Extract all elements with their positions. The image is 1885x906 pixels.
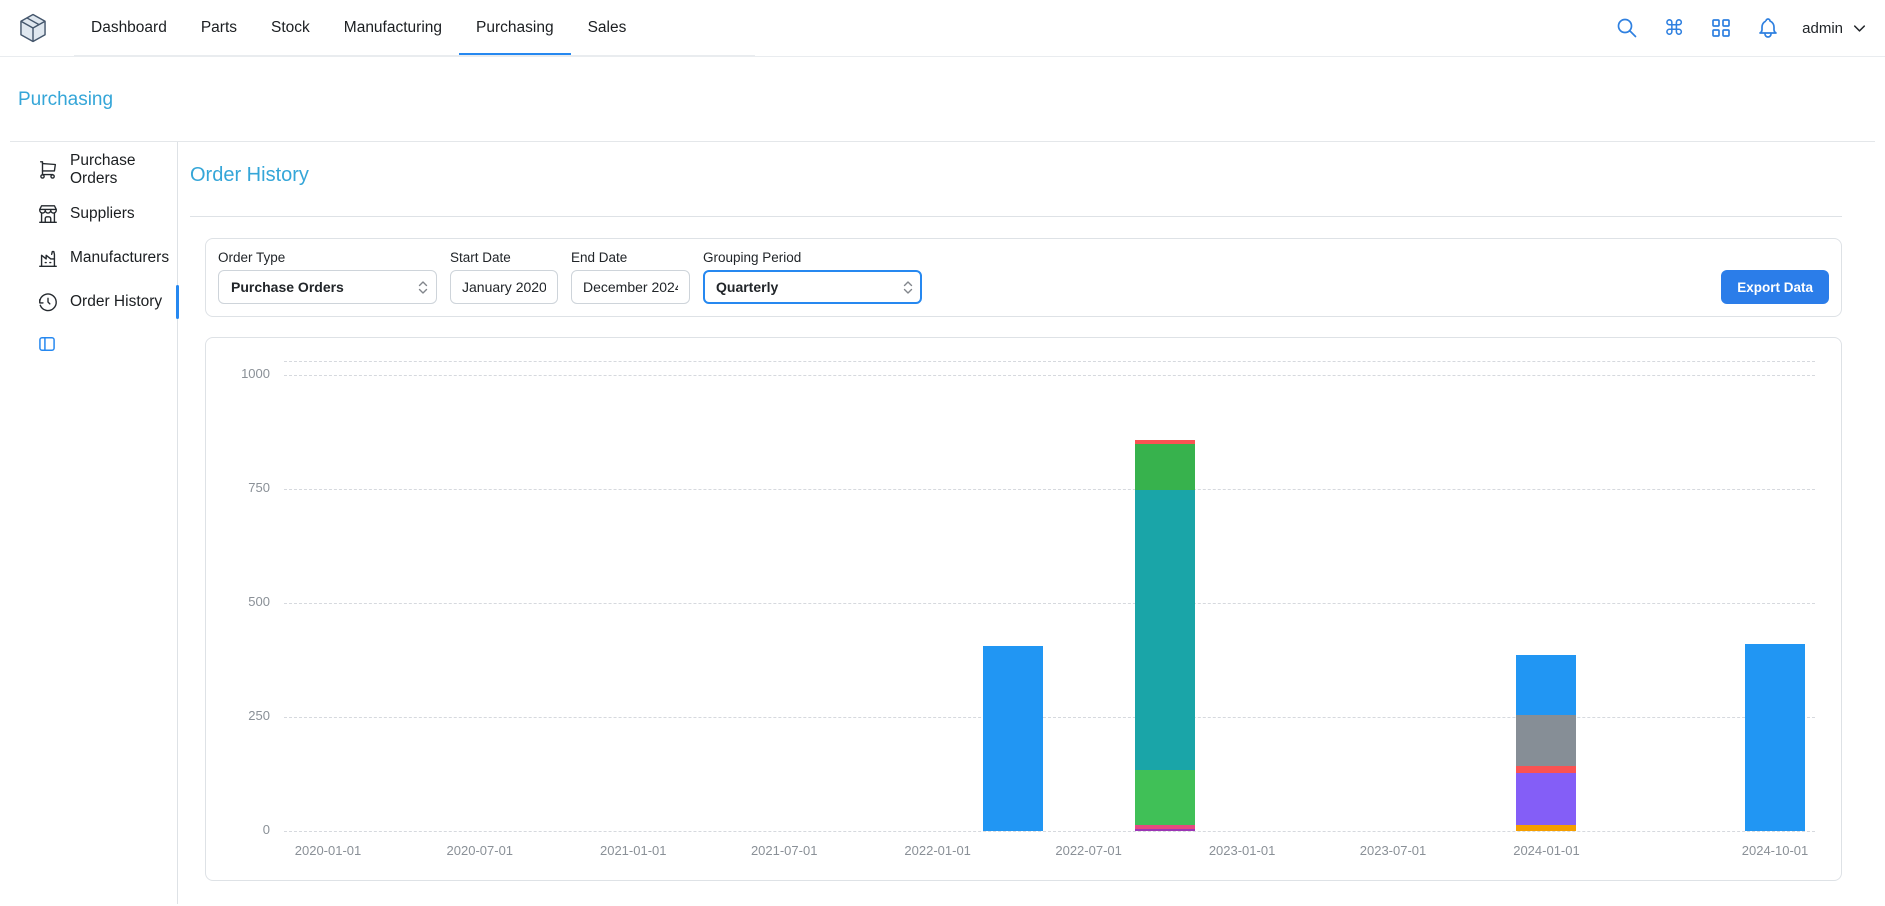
chart-gridline	[284, 717, 1815, 718]
tab-parts[interactable]: Parts	[184, 3, 254, 55]
sidebar: Purchase Orders Suppliers Manufacturers	[0, 142, 178, 904]
title-divider	[190, 216, 1842, 217]
chart-bar-segment[interactable]	[1516, 773, 1576, 825]
select-chevrons-icon	[903, 280, 913, 295]
sidebar-collapse-icon[interactable]	[37, 334, 57, 354]
sidebar-item-order-history[interactable]: Order History	[0, 280, 177, 324]
sidebar-item-label: Manufacturers	[70, 249, 169, 267]
x-axis-label: 2023-07-01	[1323, 843, 1463, 858]
export-data-button[interactable]: Export Data	[1721, 270, 1829, 304]
sidebar-item-suppliers[interactable]: Suppliers	[0, 192, 177, 236]
y-axis-label: 1000	[206, 366, 270, 381]
select-chevrons-icon	[418, 280, 428, 295]
breadcrumb: Purchasing	[10, 57, 1875, 142]
chart-bar-segment[interactable]	[1135, 825, 1195, 829]
x-axis-label: 2020-01-01	[258, 843, 398, 858]
start-date-field: Start Date	[450, 250, 558, 304]
order-type-label: Order Type	[218, 250, 437, 265]
y-axis-label: 750	[206, 480, 270, 495]
chart-bar-segment[interactable]	[1516, 655, 1576, 715]
sidebar-item-label: Purchase Orders	[70, 152, 177, 188]
x-axis-label: 2021-01-01	[563, 843, 703, 858]
chart-bar-segment[interactable]	[1516, 825, 1576, 831]
chart-gridline	[284, 489, 1815, 490]
grouping-period-label: Grouping Period	[703, 250, 922, 265]
sidebar-item-manufacturers[interactable]: Manufacturers	[0, 236, 177, 280]
x-axis-label: 2020-07-01	[410, 843, 550, 858]
history-clock-icon	[37, 291, 59, 313]
x-axis-label: 2022-07-01	[1019, 843, 1159, 858]
main-nav-tabs: Dashboard Parts Stock Manufacturing Purc…	[74, 3, 755, 56]
tab-sales[interactable]: Sales	[571, 3, 644, 55]
chart-bar-segment[interactable]	[1135, 440, 1195, 445]
x-axis-label: 2024-01-01	[1476, 843, 1616, 858]
search-icon[interactable]	[1614, 15, 1640, 41]
chart-bar-segment[interactable]	[1135, 444, 1195, 490]
order-type-select[interactable]: Purchase Orders	[218, 270, 437, 304]
navbar-actions: ⌘ admin	[1614, 15, 1869, 41]
filter-card: Order Type Purchase Orders Start Date En…	[205, 238, 1842, 317]
command-icon[interactable]: ⌘	[1661, 15, 1687, 41]
y-axis-label: 250	[206, 708, 270, 723]
start-date-label: Start Date	[450, 250, 558, 265]
building-factory-icon	[37, 247, 59, 269]
shopping-cart-icon	[37, 159, 59, 181]
chart-bar-segment[interactable]	[1135, 829, 1195, 831]
tab-dashboard[interactable]: Dashboard	[74, 3, 184, 55]
tab-stock[interactable]: Stock	[254, 3, 327, 55]
chart-top-gridline	[284, 361, 1815, 362]
x-axis-label: 2021-07-01	[714, 843, 854, 858]
x-axis-label: 2024-10-01	[1705, 843, 1842, 858]
start-date-input[interactable]	[450, 270, 558, 304]
page-title: Order History	[190, 164, 1842, 187]
sidebar-item-label: Order History	[70, 293, 162, 311]
content-area: Purchase Orders Suppliers Manufacturers	[0, 142, 1885, 904]
main-panel: Order History Order Type Purchase Orders…	[178, 142, 1885, 904]
breadcrumb-purchasing[interactable]: Purchasing	[18, 89, 113, 110]
chart-bar-segment[interactable]	[1745, 644, 1805, 831]
bell-icon[interactable]	[1755, 15, 1781, 41]
grouping-period-field: Grouping Period Quarterly	[703, 250, 922, 304]
chevron-down-icon	[1850, 19, 1869, 38]
chart-card: 0 250 500 750 1000 2020-01-01 2020-07-01 2021-0…	[205, 337, 1842, 881]
order-history-chart-plot: 0 250 500 750 1000 2020-01-01 2020-07-01 2021-0…	[206, 338, 1841, 880]
building-store-icon	[37, 203, 59, 225]
y-axis-label: 500	[206, 594, 270, 609]
end-date-label: End Date	[571, 250, 690, 265]
chart-bar-segment[interactable]	[1135, 770, 1195, 825]
order-type-field: Order Type Purchase Orders	[218, 250, 437, 304]
tab-manufacturing[interactable]: Manufacturing	[327, 3, 459, 55]
app-logo-icon[interactable]	[16, 11, 50, 45]
chart-gridline	[284, 375, 1815, 376]
grouping-period-select[interactable]: Quarterly	[703, 270, 922, 304]
username-label: admin	[1802, 20, 1843, 37]
qr-grid-icon[interactable]	[1708, 15, 1734, 41]
tab-purchasing[interactable]: Purchasing	[459, 3, 571, 55]
x-axis-label: 2023-01-01	[1172, 843, 1312, 858]
sidebar-item-purchase-orders[interactable]: Purchase Orders	[0, 148, 177, 192]
chart-bar-segment[interactable]	[1516, 766, 1576, 773]
chart-gridline	[284, 603, 1815, 604]
y-axis-label: 0	[206, 822, 270, 837]
x-axis-label: 2022-01-01	[868, 843, 1008, 858]
chart-bar-segment[interactable]	[983, 646, 1043, 831]
chart-bar-segment[interactable]	[1135, 490, 1195, 770]
user-menu[interactable]: admin	[1802, 19, 1869, 38]
chart-gridline	[284, 831, 1815, 832]
top-navbar: Dashboard Parts Stock Manufacturing Purc…	[0, 0, 1885, 57]
chart-bar-segment[interactable]	[1516, 715, 1576, 766]
end-date-input[interactable]	[571, 270, 690, 304]
sidebar-item-label: Suppliers	[70, 205, 135, 223]
end-date-field: End Date	[571, 250, 690, 304]
